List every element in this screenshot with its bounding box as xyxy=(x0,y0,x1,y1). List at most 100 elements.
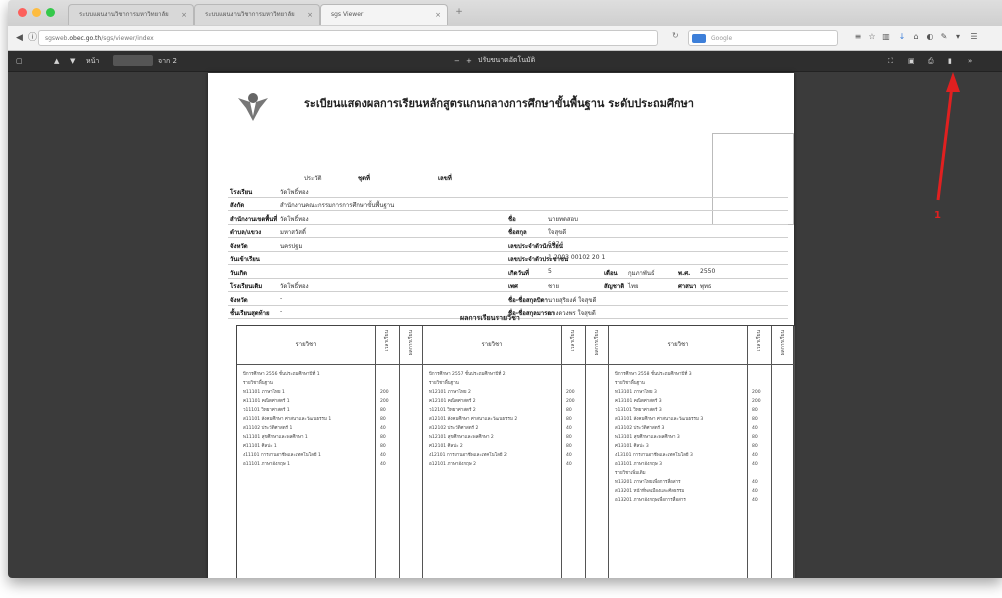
subject-name: ว12101 วิทยาศาสตร์ 2 xyxy=(429,408,476,413)
url-host: .obec.go.th xyxy=(67,35,102,42)
pdf-viewer: ▢ ▲ ▼ หน้า จาก 2 − + ปรับขนาดอัตโนมัติ ⛶… xyxy=(8,51,1002,578)
browser-tab-2[interactable]: ระบบแผนงานวิชาการมหาวิทยาลัย × xyxy=(194,4,320,25)
zoom-out-icon[interactable]: − xyxy=(454,56,460,66)
reload-icon[interactable]: ↻ xyxy=(672,31,679,40)
grade-header: ผลการเรียน xyxy=(594,330,600,356)
field-label-right2: เดือน xyxy=(604,270,618,277)
field-label: จังหวัด xyxy=(230,243,248,250)
page-total: จาก 2 xyxy=(158,57,177,65)
info-icon[interactable]: ⓘ xyxy=(28,31,37,45)
row-divider xyxy=(228,210,788,211)
subject-name: ท13101 ภาษาไทย 3 xyxy=(615,390,657,395)
subject-hours: 40 xyxy=(752,426,758,431)
header-value: ชุดที่ xyxy=(358,175,370,182)
maximize-window-button[interactable] xyxy=(46,8,55,17)
zoom-select[interactable]: ปรับขนาดอัตโนมัติ xyxy=(478,55,535,66)
field-label-right3: ศาสนา xyxy=(678,283,697,290)
tools-icon[interactable]: » xyxy=(968,56,972,66)
field-value: สำนักงานคณะกรรมการการศึกษาขั้นพื้นฐาน xyxy=(280,202,395,209)
next-page-icon[interactable]: ▼ xyxy=(70,56,75,66)
url-prefix: sgsweb xyxy=(45,35,68,42)
open-file-icon[interactable]: ▣ xyxy=(908,56,915,66)
field-value: มหาสวัสดิ์ xyxy=(280,229,306,236)
page-number-input[interactable] xyxy=(113,55,153,66)
search-placeholder: Google xyxy=(711,35,733,42)
tab-bar: ระบบแผนงานวิชาการมหาวิทยาลัย × ระบบแผนงาน… xyxy=(8,0,1002,27)
reader-icon[interactable]: ≡ xyxy=(854,32,862,42)
subject-name: อ13201 ภาษาอังกฤษเพื่อการสื่อสาร xyxy=(615,498,686,503)
subject-hours: 200 xyxy=(380,390,389,395)
subject-hours: 40 xyxy=(566,453,572,458)
subject-hours: 40 xyxy=(752,498,758,503)
new-tab-button[interactable]: + xyxy=(452,5,466,19)
student-photo-box xyxy=(712,133,794,225)
previous-page-icon[interactable]: ▲ xyxy=(54,56,59,66)
browser-window: ระบบแผนงานวิชาการมหาวิทยาลัย × ระบบแผนงาน… xyxy=(8,0,1002,578)
subject-hours: 40 xyxy=(752,462,758,467)
search-box[interactable]: Google xyxy=(688,30,838,46)
annotation-label: 1 xyxy=(934,210,941,221)
pocket-icon[interactable]: ▾ xyxy=(954,32,962,42)
subject-hours: 40 xyxy=(380,453,386,458)
subject-name: ส13201 หน้าที่พลเมืองและศีลธรรม xyxy=(615,489,685,494)
presentation-mode-icon[interactable]: ⛶ xyxy=(888,56,893,66)
subject-name: ท11101 ภาษาไทย 1 xyxy=(243,390,285,395)
subject-name: ท12101 ภาษาไทย 2 xyxy=(429,390,471,395)
subject-hours: 200 xyxy=(752,399,761,404)
subject-name: ส11101 สังคมศึกษา ศาสนาและวัฒนธรรม 1 xyxy=(243,417,332,422)
pdf-toolbar: ▢ ▲ ▼ หน้า จาก 2 − + ปรับขนาดอัตโนมัติ ⛶… xyxy=(8,51,1002,72)
close-tab-icon[interactable]: × xyxy=(307,5,313,25)
minimize-window-button[interactable] xyxy=(32,8,41,17)
subject-name: พ13101 สุขศึกษาและพลศึกษา 3 xyxy=(615,435,680,440)
bookmark-star-icon[interactable]: ☆ xyxy=(868,32,876,42)
subject-name: ปีการศึกษา 2556 ชั้นประถมศึกษาปีที่ 1 xyxy=(243,372,320,377)
subject-name: รายวิชาพื้นฐาน xyxy=(429,381,459,386)
extension-icon[interactable]: ◐ xyxy=(926,32,934,42)
grade-header: ผลการเรียน xyxy=(408,330,414,356)
subject-hours: 80 xyxy=(566,417,572,422)
close-window-button[interactable] xyxy=(18,8,27,17)
back-icon[interactable]: ◀ xyxy=(16,31,23,45)
subject-hours: 80 xyxy=(380,435,386,440)
sidebar-toggle-icon[interactable]: ▢ xyxy=(16,56,23,66)
subject-name: ส12102 ประวัติศาสตร์ 2 xyxy=(429,426,479,431)
row-divider xyxy=(228,251,788,252)
hours-header: เวลาเรียน xyxy=(384,330,390,352)
field-value-right: นายทดสอบ xyxy=(548,216,578,223)
section-title: ผลการเรียนรายวิชา xyxy=(460,314,520,322)
close-tab-icon[interactable]: × xyxy=(435,5,441,25)
tab-title: sgs Viewer xyxy=(331,11,364,18)
row-divider xyxy=(228,305,788,306)
subject-name: ง11101 การงานอาชีพและเทคโนโลยี 1 xyxy=(243,453,321,458)
subject-name: ส12101 สังคมศึกษา ศาสนาและวัฒนธรรม 2 xyxy=(429,417,518,422)
subject-name: อ12101 ภาษาอังกฤษ 2 xyxy=(429,462,477,467)
navigation-bar: ◀ ⓘ sgsweb.obec.go.th/sgs/viewer/index ↻… xyxy=(8,26,1002,51)
field-label-right2: สัญชาติ xyxy=(604,283,625,290)
subject-hours: 80 xyxy=(566,408,572,413)
field-label-right: ชื่อสกุล xyxy=(508,229,527,236)
field-label-right3: พ.ศ. xyxy=(678,270,691,277)
close-tab-icon[interactable]: × xyxy=(181,5,187,25)
grades-table: รายวิชา เวลาเรียน ผลการเรียนปีการศึกษา 255… xyxy=(236,325,795,578)
subject-hours: 80 xyxy=(752,435,758,440)
menu-icon[interactable]: ☰ xyxy=(970,32,978,42)
url-path: /sgs/viewer/index xyxy=(101,35,154,42)
field-label: โรงเรียน xyxy=(230,189,253,196)
library-icon[interactable]: ▥ xyxy=(882,32,890,42)
subject-header: รายวิชา xyxy=(423,326,561,365)
field-value-right: ชาย xyxy=(548,283,559,290)
browser-tab-active[interactable]: sgs Viewer × xyxy=(320,4,448,25)
subject-name: ศ11101 ศิลปะ 1 xyxy=(243,444,277,449)
subject-header: รายวิชา xyxy=(237,326,375,365)
download-icon[interactable]: ↓ xyxy=(898,32,906,42)
sync-icon[interactable]: ✎ xyxy=(940,32,948,42)
address-bar[interactable]: sgsweb.obec.go.th/sgs/viewer/index xyxy=(38,30,658,46)
tab-title: ระบบแผนงานวิชาการมหาวิทยาลัย xyxy=(205,11,295,18)
browser-tab-1[interactable]: ระบบแผนงานวิชาการมหาวิทยาลัย × xyxy=(68,4,194,25)
zoom-in-icon[interactable]: + xyxy=(466,56,472,66)
print-icon[interactable]: ⎙ xyxy=(928,56,934,66)
subject-hours: 200 xyxy=(566,399,575,404)
download-pdf-icon[interactable]: ▮ xyxy=(948,56,952,66)
hours-header: เวลาเรียน xyxy=(570,330,576,352)
home-icon[interactable]: ⌂ xyxy=(912,32,920,42)
